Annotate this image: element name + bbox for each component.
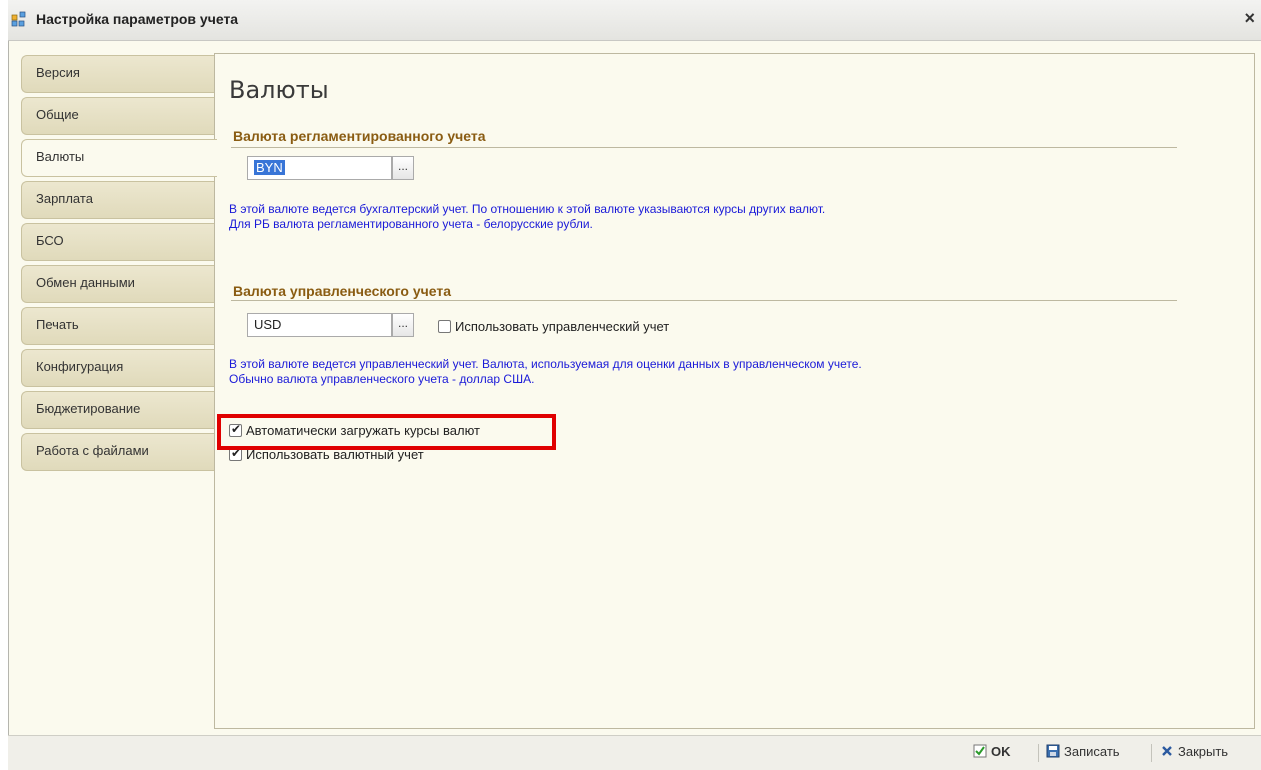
close-button[interactable]: Закрыть	[1160, 744, 1228, 759]
toolbar-separator	[1038, 744, 1039, 762]
tab-salary[interactable]: Зарплата	[21, 181, 215, 219]
ok-label: OK	[991, 744, 1011, 759]
bottom-toolbar: OK Записать Закрыть	[8, 735, 1261, 770]
ok-icon	[973, 744, 987, 758]
reg-currency-field[interactable]: BYN	[247, 156, 392, 180]
tab-currencies[interactable]: Валюты	[21, 139, 217, 177]
toolbar-separator	[1151, 744, 1152, 762]
settings-frame: Версия Общие Валюты Зарплата БСО Обмен д…	[8, 41, 1261, 735]
highlight-box	[217, 414, 556, 450]
tab-print[interactable]: Печать	[21, 307, 215, 345]
close-icon	[1162, 746, 1172, 756]
reg-currency-heading: Валюта регламентированного учета	[233, 128, 486, 144]
mgmt-currency-pick-button[interactable]: ...	[392, 313, 414, 337]
tab-general[interactable]: Общие	[21, 97, 215, 135]
save-icon	[1046, 744, 1060, 758]
reg-currency-note-1: В этой валюте ведется бухгалтерский учет…	[229, 202, 826, 216]
tab-list: Версия Общие Валюты Зарплата БСО Обмен д…	[21, 55, 217, 475]
close-icon[interactable]: ×	[1244, 8, 1255, 28]
reg-currency-pick-button[interactable]: ...	[392, 156, 414, 180]
tab-bso[interactable]: БСО	[21, 223, 215, 261]
tab-data-exchange[interactable]: Обмен данными	[21, 265, 215, 303]
mgmt-accounting-checkbox[interactable]	[438, 320, 451, 333]
tab-budgeting[interactable]: Бюджетирование	[21, 391, 215, 429]
currencies-panel: Валюты Валюта регламентированного учета …	[214, 53, 1255, 729]
save-label: Записать	[1064, 744, 1120, 759]
settings-grid-icon	[11, 11, 26, 27]
tab-version[interactable]: Версия	[21, 55, 215, 93]
page-title: Валюты	[229, 76, 329, 104]
close-label: Закрыть	[1178, 744, 1229, 759]
window-title: Настройка параметров учета	[36, 11, 239, 27]
mgmt-currency-note-1: В этой валюте ведется управленческий уче…	[229, 357, 862, 371]
mgmt-currency-heading: Валюта управленческого учета	[233, 283, 452, 299]
reg-currency-note-2: Для РБ валюта регламентированного учета …	[229, 217, 593, 231]
mgmt-currency-field[interactable]: USD	[247, 313, 392, 337]
tab-files[interactable]: Работа с файлами	[21, 433, 215, 471]
mgmt-currency-divider	[231, 300, 1177, 301]
window-titlebar: Настройка параметров учета ×	[8, 0, 1261, 41]
mgmt-accounting-label: Использовать управленческий учет	[455, 319, 670, 334]
reg-currency-value: BYN	[254, 160, 285, 175]
tab-configuration[interactable]: Конфигурация	[21, 349, 215, 387]
mgmt-currency-note-2: Обычно валюта управленческого учета - до…	[229, 372, 535, 386]
ok-button[interactable]: OK	[973, 744, 1011, 759]
reg-currency-divider	[231, 147, 1177, 148]
save-button[interactable]: Записать	[1046, 744, 1120, 759]
